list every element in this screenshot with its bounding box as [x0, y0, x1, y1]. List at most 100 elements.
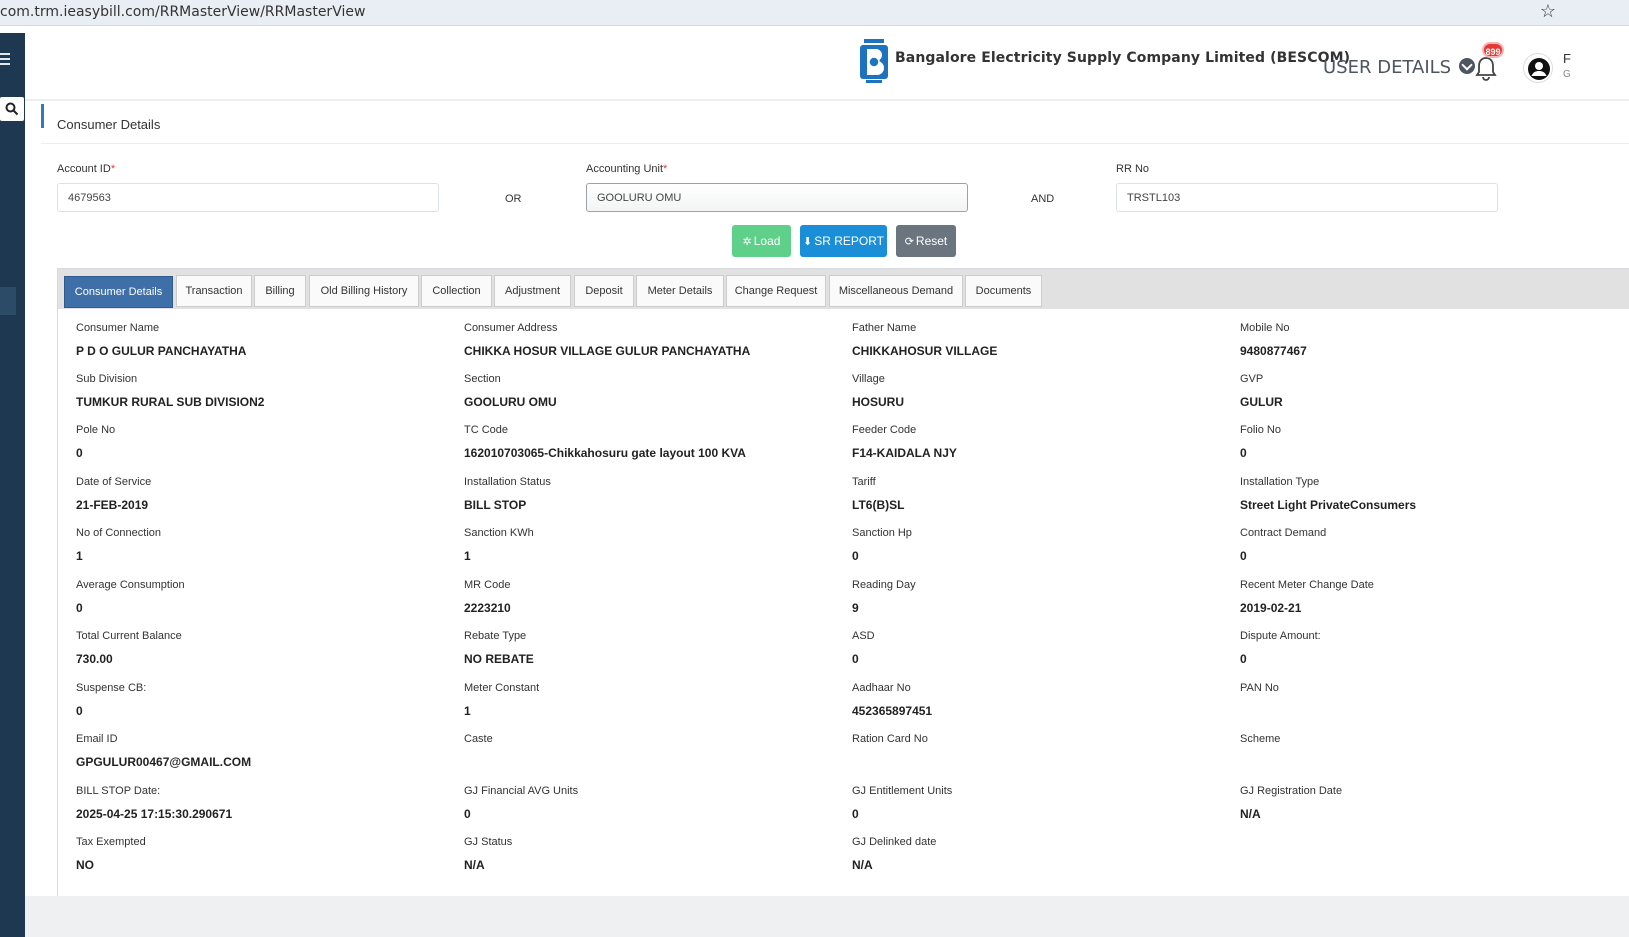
spinner-icon: ✲: [742, 236, 752, 248]
load-button[interactable]: ✲ Load: [732, 225, 791, 257]
tab-old-billing-history[interactable]: Old Billing History: [309, 275, 419, 307]
field-value: 2223210: [464, 601, 511, 615]
page-bottom-strip: [25, 896, 1629, 937]
rr-no-label: RR No: [1116, 163, 1150, 175]
field-value: LT6(B)SL: [852, 498, 905, 512]
sr-report-button-label: SR REPORT: [814, 234, 884, 248]
user-role: G: [1563, 69, 1571, 80]
field-value: 21-FEB-2019: [76, 498, 149, 512]
field-value: 1: [76, 549, 83, 563]
tab-meter-details[interactable]: Meter Details: [636, 275, 724, 307]
field-value: CHIKKA HOSUR VILLAGE GULUR PANCHAYATHA: [464, 344, 751, 358]
field-value: 9480877467: [1240, 344, 1307, 358]
field-label: No of Connection: [76, 527, 161, 539]
field-value: GULUR: [1240, 395, 1283, 409]
field-label: GVP: [1240, 373, 1264, 385]
field-label: TC Code: [464, 424, 509, 436]
sidebar-active-item[interactable]: [0, 287, 16, 315]
field-label: Suspense CB:: [76, 682, 147, 694]
field-label: Sanction Hp: [852, 527, 912, 539]
field-value: 9: [852, 601, 859, 615]
field-value: 162010703065-Chikkahosuru gate layout 10…: [464, 446, 746, 460]
accounting-unit-input[interactable]: GOOLURU OMU: [586, 183, 968, 212]
account-id-input[interactable]: 4679563: [57, 183, 439, 212]
field-value: N/A: [852, 858, 873, 872]
field-label: GJ Entitlement Units: [852, 785, 953, 797]
tab-transaction[interactable]: Transaction: [176, 275, 252, 307]
browser-address-bar[interactable]: com.trm.ieasybill.com/RRMasterView/RRMas…: [0, 0, 1629, 26]
field-value: TUMKUR RURAL SUB DIVISION2: [76, 395, 265, 409]
field-value: 2019-02-21: [1240, 601, 1302, 615]
field-label: Reading Day: [852, 579, 916, 591]
field-value: CHIKKAHOSUR VILLAGE: [852, 344, 998, 358]
field-label: Sub Division: [76, 373, 138, 385]
field-label: ASD: [852, 630, 875, 642]
field-value: 0: [76, 704, 83, 718]
field-value: F14-KAIDALA NJY: [852, 446, 957, 460]
user-details-dropdown[interactable]: USER DETAILS: [1323, 57, 1475, 78]
tab-collection[interactable]: Collection: [421, 275, 492, 307]
field-value: 0: [1240, 549, 1247, 563]
field-label: Date of Service: [76, 476, 152, 488]
bescom-logo: [860, 39, 888, 83]
reset-button[interactable]: ⟳ Reset: [896, 225, 956, 257]
field-value: P D O GULUR PANCHAYATHA: [76, 344, 247, 358]
field-value: 0: [852, 652, 859, 666]
bookmark-star-icon[interactable]: ☆: [1540, 1, 1556, 22]
tab-miscellaneous-demand[interactable]: Miscellaneous Demand: [829, 275, 963, 307]
section-accent-bar: [41, 104, 44, 128]
app-header: Bangalore Electricity Supply Company Lim…: [25, 33, 1629, 101]
tab-panel: Consumer Details Transaction Billing Old…: [57, 268, 1629, 937]
rr-no-input[interactable]: TRSTL103: [1116, 183, 1498, 212]
tab-documents[interactable]: Documents: [965, 275, 1042, 307]
or-separator: OR: [505, 193, 522, 205]
tab-deposit[interactable]: Deposit: [574, 275, 634, 307]
accounting-unit-label: Accounting Unit*: [586, 163, 668, 175]
sr-report-button[interactable]: ⬇ SR REPORT: [800, 225, 887, 257]
field-label: Section: [464, 373, 501, 385]
hamburger-menu-icon[interactable]: [0, 53, 10, 65]
field-value: 0: [76, 601, 83, 615]
sidebar-search-button[interactable]: [0, 97, 24, 121]
field-label: GJ Financial AVG Units: [464, 785, 579, 797]
field-value: 0: [1240, 446, 1247, 460]
field-label: Consumer Address: [464, 322, 558, 334]
tab-change-request[interactable]: Change Request: [726, 275, 826, 307]
field-label: MR Code: [464, 579, 511, 591]
account-id-label: Account ID*: [57, 163, 116, 175]
notification-count-badge: 899: [1482, 42, 1504, 58]
field-value: BILL STOP: [464, 498, 527, 512]
user-avatar[interactable]: [1523, 53, 1553, 83]
tab-consumer-details[interactable]: Consumer Details: [64, 276, 173, 308]
tab-adjustment[interactable]: Adjustment: [494, 275, 571, 307]
url-text[interactable]: com.trm.ieasybill.com/RRMasterView/RRMas…: [0, 4, 365, 20]
field-label: GJ Delinked date: [852, 836, 937, 848]
section-header: Consumer Details: [41, 104, 1629, 144]
field-label: Scheme: [1240, 733, 1281, 745]
tab-bar: Consumer Details Transaction Billing Old…: [58, 269, 1629, 309]
field-value: NO REBATE: [464, 652, 534, 666]
sidebar: [0, 33, 25, 937]
field-value: N/A: [464, 858, 485, 872]
field-label: Meter Constant: [464, 682, 540, 694]
field-value: HOSURU: [852, 395, 905, 409]
company-name: Bangalore Electricity Supply Company Lim…: [895, 50, 1351, 66]
field-label: Installation Type: [1240, 476, 1320, 488]
tab-billing[interactable]: Billing: [254, 275, 306, 307]
field-label: Email ID: [76, 733, 118, 745]
field-label: Dispute Amount:: [1240, 630, 1321, 642]
search-icon: [5, 102, 19, 116]
field-label: PAN No: [1240, 682, 1279, 694]
field-label: Aadhaar No: [852, 682, 911, 694]
field-value: 0: [852, 807, 859, 821]
and-separator: AND: [1031, 193, 1055, 205]
field-value: 730.00: [76, 652, 113, 666]
reset-button-label: Reset: [915, 234, 948, 248]
field-label: Contract Demand: [1240, 527, 1327, 539]
user-details-label: USER DETAILS: [1323, 57, 1452, 78]
field-value: N/A: [1240, 807, 1261, 821]
field-value: 0: [1240, 652, 1247, 666]
field-label: Total Current Balance: [76, 630, 182, 642]
field-label: Recent Meter Change Date: [1240, 579, 1374, 591]
field-value: 0: [76, 446, 83, 460]
